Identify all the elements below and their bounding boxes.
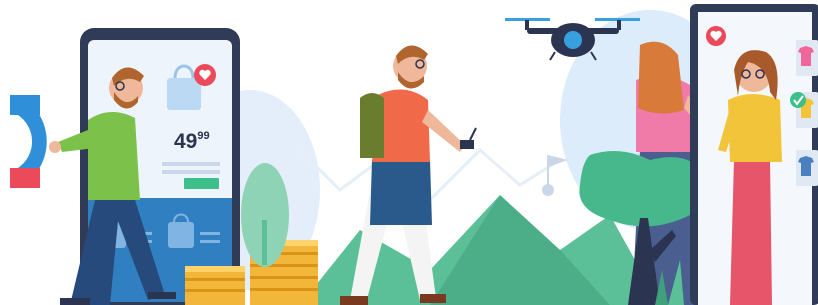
heart-icon [706,26,726,46]
small-tree [241,163,289,267]
magnet [10,95,47,188]
heart-icon [194,64,216,86]
tshirt-icon [796,40,818,76]
drone-lens [564,31,582,49]
shopping-illustration: 4999 [10,4,818,305]
buy-button-graphic [184,178,219,189]
check-icon [790,92,806,108]
tshirt-icon [796,150,818,186]
flag-icon [542,155,568,196]
